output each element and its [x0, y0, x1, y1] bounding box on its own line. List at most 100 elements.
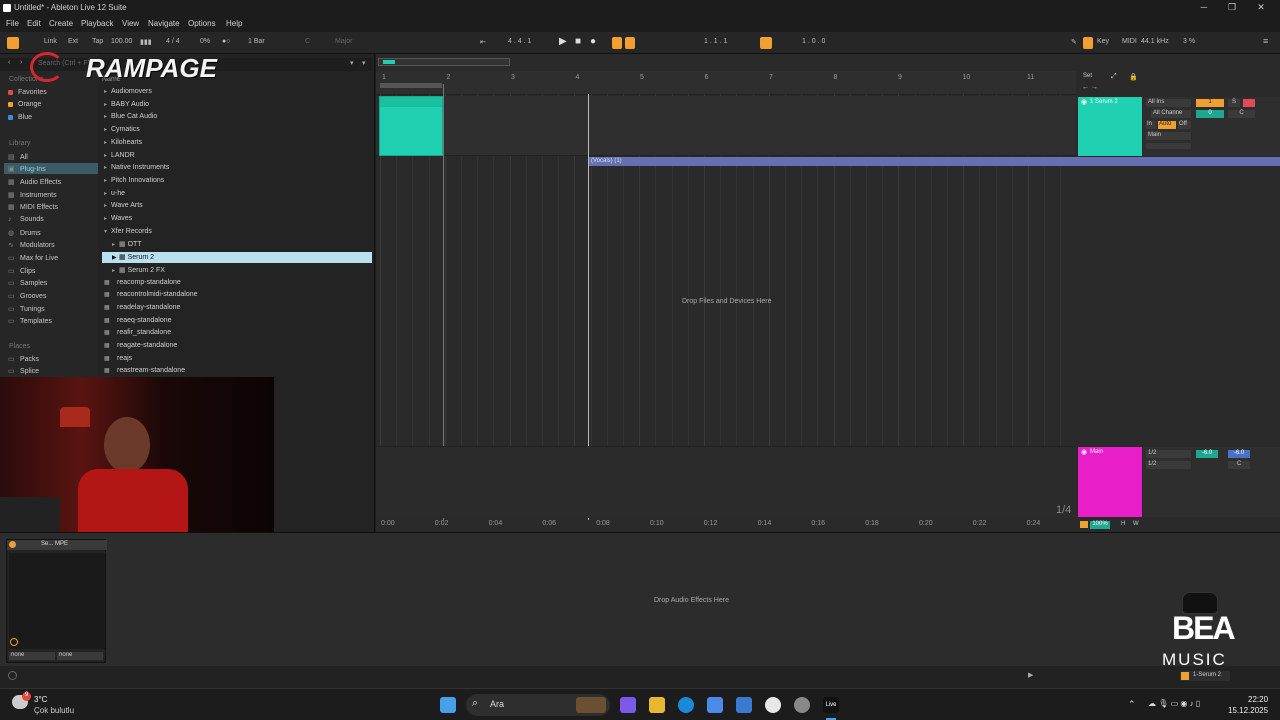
collection-orange[interactable]: Orange	[8, 101, 41, 108]
overdub-icon[interactable]	[612, 37, 622, 49]
output-sub-select[interactable]	[1146, 143, 1191, 149]
main-fold-icon[interactable]: ◉	[1081, 448, 1087, 456]
close-button[interactable]: ✕	[1252, 2, 1270, 14]
height-button[interactable]: H	[1121, 521, 1125, 527]
expand-arrow-icon[interactable]: ▸	[104, 215, 111, 222]
filter-icon[interactable]: ▾	[350, 59, 354, 67]
main-out2-select[interactable]: 1/2	[1146, 461, 1191, 469]
scroll-right-icon[interactable]: ▶	[1028, 671, 1033, 679]
ableton-live-icon[interactable]: Live	[823, 697, 839, 713]
expand-arrow-icon[interactable]: ▸	[104, 152, 111, 159]
tree-item[interactable]: ▶ ▦ Serum 2	[112, 253, 154, 261]
tree-item[interactable]: ▦ reacontrolmidi-standalone	[104, 291, 198, 298]
menu-file[interactable]: File	[6, 19, 19, 28]
tap-button[interactable]: Tap	[92, 38, 103, 45]
lock-icon[interactable]: 🔒	[1129, 73, 1138, 81]
menu-navigate[interactable]: Navigate	[148, 19, 180, 28]
expand-arrow-icon[interactable]: ▸	[104, 113, 111, 120]
tree-item[interactable]: ▦ reaeq-standalone	[104, 317, 172, 324]
set-button[interactable]: Set	[1083, 73, 1092, 79]
swing-field[interactable]: 0%	[200, 38, 210, 45]
main-track-lane[interactable]	[376, 446, 1076, 518]
song-position-field[interactable]: 4 . 4 . 1	[508, 38, 531, 45]
device-knob-icon[interactable]	[10, 638, 18, 646]
library-grooves[interactable]: ▭ Grooves	[8, 292, 46, 300]
key-field[interactable]: C	[305, 38, 310, 45]
taskbar-search[interactable]: ⌕ Ara	[466, 694, 610, 716]
library-instruments[interactable]: ▦ Instruments	[8, 191, 57, 199]
expand-arrow-icon[interactable]: ▶	[112, 254, 119, 261]
scale-field[interactable]: Major	[335, 38, 353, 45]
track-fold-icon[interactable]: ◉	[1081, 98, 1087, 106]
main-volume[interactable]: -6.0	[1196, 450, 1218, 458]
menu-playback[interactable]: Playback	[81, 19, 113, 28]
store-icon[interactable]	[707, 697, 723, 713]
menu-icon[interactable]: ≡	[1263, 36, 1268, 46]
library-drums[interactable]: ◍ Drums	[8, 229, 41, 237]
expand-arrow-icon[interactable]: ▸	[112, 267, 119, 274]
tree-item[interactable]: ▸ Waves	[104, 215, 132, 222]
menu-view[interactable]: View	[122, 19, 139, 28]
library-max-for-live[interactable]: ▭ Max for Live	[8, 254, 58, 262]
collection-favorites[interactable]: Favorites	[8, 89, 47, 96]
loop-start-field[interactable]: 1 . 1 . 1	[704, 38, 727, 45]
info-icon[interactable]	[8, 671, 17, 680]
minimize-button[interactable]: ─	[1195, 2, 1213, 14]
tree-item[interactable]: ▦ reastream-standalone	[104, 367, 185, 374]
input-type-select[interactable]: All Ins	[1146, 99, 1191, 107]
place-splice[interactable]: ▭ Splice	[8, 367, 39, 375]
tempo-field[interactable]: 100.00	[111, 38, 132, 45]
tree-item[interactable]: ▸ Audiomovers	[104, 88, 152, 95]
automation-arm-icon[interactable]	[625, 37, 635, 49]
solo-button[interactable]: S	[1228, 99, 1240, 107]
input-channel-select[interactable]: All Channe	[1151, 110, 1191, 118]
tree-item[interactable]: ▸ ▦ Serum 2 FX	[112, 266, 165, 274]
tree-item[interactable]: ▸ BABY Audio	[104, 101, 149, 108]
locator-strip[interactable]: (Vocals) (1)	[588, 157, 1280, 166]
serum-track-lane[interactable]	[376, 96, 1076, 156]
main-out1-select[interactable]: 1/2	[1146, 450, 1191, 458]
tree-item[interactable]: ▦ reacomp-standalone	[104, 279, 181, 286]
tree-item[interactable]: ▸ ▦ OTT	[112, 240, 142, 248]
beat-ruler[interactable]	[376, 71, 1076, 95]
time-signature-field[interactable]: 4 / 4	[166, 38, 180, 45]
menu-create[interactable]: Create	[49, 19, 73, 28]
device-title-bar[interactable]: Se... MPE	[7, 540, 107, 550]
tree-item[interactable]: ▦ reagate-standalone	[104, 342, 177, 349]
tree-item[interactable]: ▸ u-he	[104, 190, 125, 197]
expand-arrow-icon[interactable]: ▸	[104, 177, 111, 184]
tree-item[interactable]: ▸ Pitch Innovations	[104, 177, 164, 184]
file-explorer-icon[interactable]	[649, 697, 665, 713]
keyboard-icon[interactable]	[1083, 37, 1093, 49]
monitor-off-button[interactable]: Off	[1178, 121, 1191, 129]
expand-icon[interactable]: ⤢	[1111, 73, 1117, 81]
library-tunings[interactable]: ▭ Tunings	[8, 305, 45, 313]
expand-arrow-icon[interactable]: ▸	[104, 202, 111, 209]
forward-icon[interactable]: ›	[20, 59, 22, 66]
library-clips[interactable]: ▭ Clips	[8, 267, 36, 275]
arm-button[interactable]	[1243, 99, 1255, 107]
zoom-percent[interactable]: 100%	[1090, 521, 1110, 529]
play-button[interactable]: ▶	[559, 36, 567, 47]
tree-item[interactable]: ▦ readelay-standalone	[104, 304, 180, 311]
expand-arrow-icon[interactable]: ▸	[112, 241, 119, 248]
output-select[interactable]: Main	[1146, 132, 1191, 140]
options-icon[interactable]: ▾	[362, 59, 366, 67]
tree-item[interactable]: ▦ reajs	[104, 355, 132, 362]
serum-track-header[interactable]: ◉ 1 Serum 2	[1078, 97, 1142, 156]
library-all[interactable]: ▤ All	[8, 153, 28, 161]
library-plugins[interactable]: ▣ Plug-Ins	[8, 165, 46, 173]
library-samples[interactable]: ▭ Samples	[8, 279, 47, 287]
expand-arrow-icon[interactable]: ▸	[104, 139, 111, 146]
tree-item[interactable]: ▾ Xfer Records	[104, 228, 152, 235]
library-sounds[interactable]: ♪ Sounds	[8, 216, 44, 223]
tree-item[interactable]: ▸ Wave Arts	[104, 202, 143, 209]
menu-edit[interactable]: Edit	[27, 19, 41, 28]
loop-brace[interactable]	[380, 83, 442, 88]
menu-help[interactable]: Help	[226, 19, 242, 28]
chain-select-2[interactable]: none	[57, 652, 103, 660]
steam-icon[interactable]	[794, 697, 810, 713]
expand-arrow-icon[interactable]: ▸	[104, 126, 111, 133]
stop-button[interactable]: ■	[575, 36, 581, 47]
edge-icon[interactable]	[678, 697, 694, 713]
